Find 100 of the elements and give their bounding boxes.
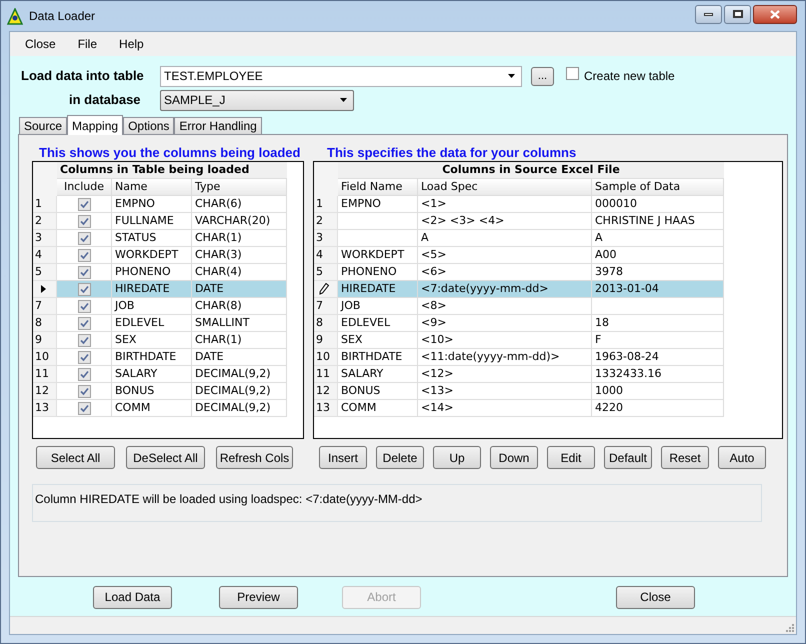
column-header[interactable]: Load Spec <box>418 179 592 196</box>
row-header[interactable]: 10 <box>33 349 57 366</box>
section-heading: This specifies the data for your columns <box>327 144 576 161</box>
row-header[interactable]: 8 <box>314 315 338 332</box>
table-cell: CHAR(6) <box>192 196 287 213</box>
row-header[interactable]: 9 <box>314 332 338 349</box>
close-button[interactable] <box>753 4 797 24</box>
row-header[interactable]: 12 <box>33 383 57 400</box>
column-header[interactable]: Type <box>192 179 287 196</box>
row-header[interactable]: 1 <box>314 196 338 213</box>
menu-item[interactable]: Close <box>25 35 56 53</box>
checkbox[interactable] <box>78 334 90 346</box>
table-cell: <1> <box>418 196 592 213</box>
table-cell: SALARY <box>338 366 418 383</box>
row-header[interactable]: 13 <box>314 400 338 417</box>
checkbox[interactable] <box>78 300 90 312</box>
row-header[interactable]: 13 <box>33 400 57 417</box>
push-button[interactable]: Up <box>433 446 481 469</box>
row-header[interactable]: 7 <box>314 298 338 315</box>
push-button[interactable]: DeSelect All <box>126 446 205 469</box>
table-cell: CHAR(1) <box>192 230 287 247</box>
table-cell: 2013-01-04 <box>592 281 724 298</box>
checkbox[interactable] <box>78 350 90 364</box>
row-header[interactable]: 3 <box>33 230 57 247</box>
checkbox[interactable] <box>78 232 90 244</box>
column-header[interactable]: Sample of Data <box>592 179 724 196</box>
push-button[interactable]: Refresh Cols <box>216 446 293 469</box>
row-number: 9 <box>315 332 323 348</box>
row-header[interactable]: 5 <box>314 264 338 281</box>
push-button[interactable]: Auto <box>718 446 766 469</box>
checkbox[interactable] <box>566 67 579 80</box>
checkbox[interactable] <box>78 266 90 278</box>
checkbox[interactable] <box>78 368 90 380</box>
row-header[interactable]: 11 <box>33 366 57 383</box>
column-header[interactable]: Field Name <box>338 179 418 196</box>
minimize-button[interactable] <box>695 4 722 24</box>
push-button[interactable]: Delete <box>376 446 424 469</box>
row-number: 2 <box>34 212 42 229</box>
menu-item[interactable]: File <box>78 35 98 53</box>
row-number: 1 <box>315 196 323 212</box>
row-header[interactable] <box>33 281 57 298</box>
table-cell: <6> <box>418 264 592 281</box>
checkbox[interactable] <box>78 248 90 262</box>
table-combo[interactable]: TEST.EMPLOYEE <box>160 66 522 86</box>
table-cell: BONUS <box>112 383 192 400</box>
grid-title: Columns in Table being loaded <box>57 162 287 179</box>
table-cell: PHONENO <box>338 264 418 281</box>
row-header[interactable]: 2 <box>33 213 57 230</box>
push-button[interactable]: Edit <box>547 446 595 469</box>
row-header[interactable]: 7 <box>33 298 57 315</box>
tab[interactable]: Error Handling <box>174 117 262 134</box>
table-cell: CHRISTINE J HAAS <box>592 213 724 230</box>
table-cell: 3978 <box>592 264 724 281</box>
row-header[interactable]: 8 <box>33 315 57 332</box>
column-header[interactable]: Include <box>57 179 112 196</box>
table-cell: 4220 <box>592 400 724 417</box>
maximize-button[interactable] <box>724 4 751 24</box>
row-header[interactable]: 3 <box>314 230 338 247</box>
push-button[interactable]: Default <box>604 446 652 469</box>
row-header[interactable]: 1 <box>33 196 57 213</box>
database-combo[interactable]: SAMPLE_J <box>160 90 354 110</box>
row-header[interactable]: 4 <box>314 247 338 264</box>
checkbox[interactable] <box>78 402 90 414</box>
tab[interactable]: Mapping <box>67 115 124 135</box>
push-button[interactable]: Insert <box>319 446 367 469</box>
checkbox[interactable] <box>78 316 90 330</box>
push-button[interactable]: Select All <box>36 446 115 469</box>
push-button[interactable]: Load Data <box>93 586 172 608</box>
table-cell: SEX <box>338 332 418 349</box>
checkbox[interactable] <box>78 198 90 210</box>
push-button[interactable]: Reset <box>661 446 709 469</box>
menu-item[interactable]: Help <box>119 35 144 53</box>
tab[interactable]: Source <box>19 117 68 134</box>
row-number: 13 <box>34 400 49 416</box>
row-header[interactable]: 4 <box>33 247 57 264</box>
row-header[interactable]: 9 <box>33 332 57 349</box>
checkbox[interactable] <box>78 384 90 398</box>
checkbox[interactable] <box>78 282 90 296</box>
row-header[interactable]: 11 <box>314 366 338 383</box>
table-cell: VARCHAR(20) <box>192 213 287 230</box>
row-number: 2 <box>315 212 323 229</box>
row-header[interactable]: 12 <box>314 383 338 400</box>
tab[interactable]: Options <box>123 117 174 134</box>
table-cell: CHAR(8) <box>192 298 287 315</box>
table-cell: WORKDEPT <box>338 247 418 264</box>
push-button[interactable]: Close <box>616 586 695 608</box>
row-number: 9 <box>34 332 42 348</box>
table-cell: F <box>592 332 724 349</box>
row-header[interactable]: 2 <box>314 213 338 230</box>
row-header[interactable]: 10 <box>314 349 338 366</box>
column-header[interactable]: Name <box>112 179 192 196</box>
browse-button[interactable]: ... <box>531 66 554 86</box>
push-button[interactable]: Preview <box>219 586 298 608</box>
row-number: 7 <box>34 298 42 314</box>
push-button[interactable]: Down <box>490 446 538 469</box>
table-cell: COMM <box>338 400 418 417</box>
checkbox[interactable] <box>78 214 90 228</box>
table-cell: <7:date(yyyy-mm-dd> <box>418 281 592 298</box>
row-header[interactable]: 5 <box>33 264 57 281</box>
row-header[interactable] <box>314 281 338 298</box>
